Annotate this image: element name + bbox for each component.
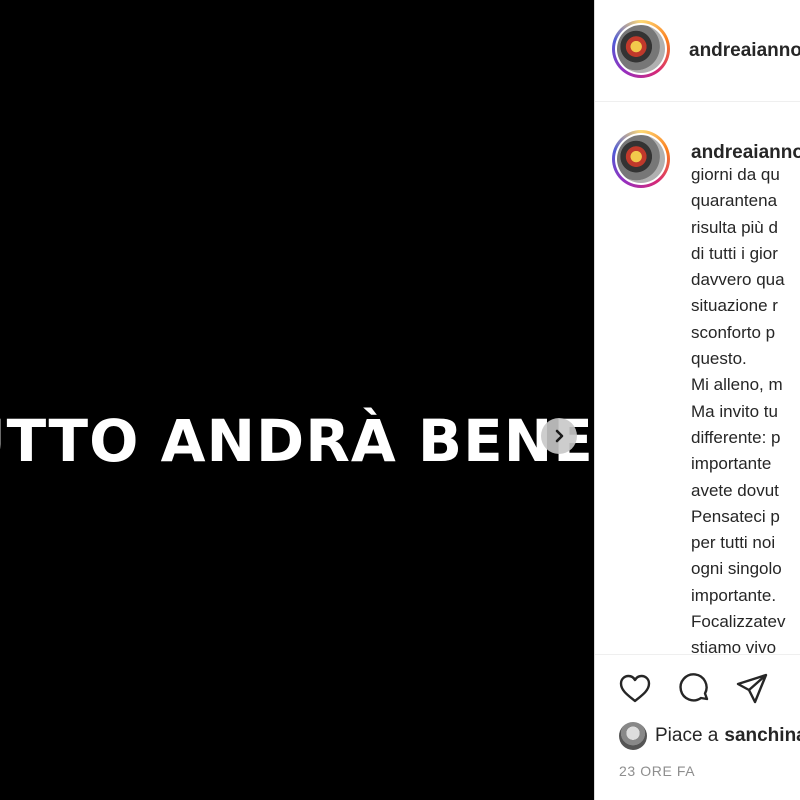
caption-line: giorni da qu [691,165,780,184]
caption-line: quarantena [691,191,778,211]
comment-icon[interactable] [676,671,712,707]
post-media: TUTTO ANDRÀ BENE [0,0,594,800]
liker-avatar[interactable] [619,722,647,750]
caption-line: Focalizzatev [691,612,786,632]
caption-author-username[interactable]: andreaiannone29 [691,142,800,164]
caption-author-avatar[interactable] [612,130,670,188]
media-text-container: TUTTO ANDRÀ BENE [0,405,594,477]
caption-line: ogni singolo [691,559,782,579]
caption-text: giorni da qu quarantena risulta più d di… [691,162,800,654]
caption-line: per tutti noi [691,533,776,553]
post-header: andreaiannone29 [595,0,800,102]
caption-line: avete dovut [691,480,779,500]
caption-line: importante [691,454,772,474]
caption-line: stiamo vivo [691,638,777,654]
next-media-button[interactable] [541,418,577,454]
caption-line: importante. [691,585,777,605]
media-text: TUTTO ANDRÀ BENE [0,407,594,475]
caption-area: andreaiannone29 giorni da qu quarantena … [595,102,800,654]
caption-line: davvero qua [691,270,785,290]
caption-line: risulta più d [691,217,778,237]
share-icon[interactable] [734,671,770,707]
liker-username[interactable]: sanchinaromano [724,725,800,747]
likes-prefix: Piace a [655,725,719,746]
author-username[interactable]: andreaiannone29 [689,40,800,62]
post-timestamp[interactable]: 23 ORE FA [619,763,695,779]
post-side-panel: andreaiannone29 andreaiannone29 giorni d… [594,0,800,800]
likes-summary: Piace a sanchinaromano [619,721,800,751]
heart-icon[interactable] [617,671,653,707]
chevron-right-icon [555,429,564,443]
caption-line: differente: p [691,427,781,447]
caption-line: Mi alleno, m [691,375,783,395]
caption-line: Ma invito tu [691,401,778,421]
author-avatar[interactable] [612,20,670,78]
caption-line: Pensateci p [691,506,780,526]
caption-line: sconforto p [691,322,776,342]
caption-line: di tutti i gior [691,243,778,263]
caption-line: questo. [691,349,747,369]
post-actions: Piace a sanchinaromano 23 ORE FA [595,654,800,800]
caption-line: situazione r [691,296,778,316]
